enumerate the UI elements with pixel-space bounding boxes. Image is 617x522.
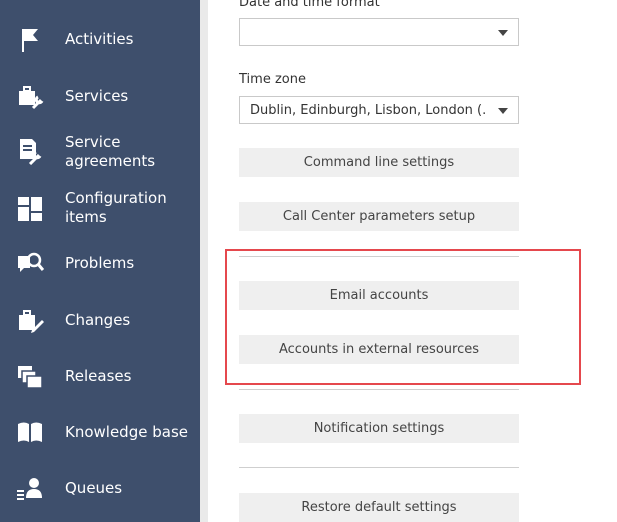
- chevron-down-icon: [498, 30, 508, 36]
- sidebar-item-knowledge-base[interactable]: Knowledge base: [0, 418, 200, 446]
- sidebar-item-label: Services: [65, 87, 129, 105]
- sidebar-item-label-second-line: items: [65, 208, 107, 226]
- sidebar-item-changes[interactable]: Changes: [0, 306, 200, 334]
- sidebar-item-problems[interactable]: Problems: [0, 250, 200, 278]
- call-center-setup-button[interactable]: Call Center parameters setup: [239, 202, 519, 231]
- book-icon: [18, 422, 42, 442]
- service-agreements-icon: [20, 139, 42, 165]
- sidebar: Activities Services Service agreements C…: [0, 0, 200, 522]
- sidebar-item-queues[interactable]: Queues: [0, 474, 200, 502]
- sidebar-item-label: Configuration: [65, 189, 167, 207]
- problems-icon: [18, 252, 44, 272]
- sidebar-item-activities[interactable]: Activities: [0, 26, 200, 54]
- time-zone-label: Time zone: [239, 72, 306, 87]
- flag-icon: [22, 29, 38, 52]
- time-zone-select[interactable]: Dublin, Edinburgh, Lisbon, London (...: [239, 96, 519, 124]
- sidebar-item-services[interactable]: Services: [0, 82, 200, 110]
- sidebar-item-label: Problems: [65, 254, 135, 272]
- sidebar-item-label: Knowledge base: [65, 423, 188, 441]
- date-time-format-select[interactable]: [239, 18, 519, 46]
- sidebar-item-service-agreements[interactable]: Service agreements: [0, 133, 200, 173]
- restore-default-settings-button[interactable]: Restore default settings: [239, 493, 519, 522]
- notification-settings-button[interactable]: Notification settings: [239, 414, 519, 443]
- releases-icon: [18, 366, 43, 389]
- sidebar-item-label: Queues: [65, 479, 123, 497]
- sidebar-item-label: Service: [65, 133, 121, 151]
- sidebar-item-label: Changes: [65, 311, 131, 329]
- sidebar-divider: [200, 0, 208, 522]
- date-time-format-label: Date and time format: [239, 0, 380, 10]
- chevron-down-icon: [498, 108, 508, 114]
- command-line-settings-button[interactable]: Command line settings: [239, 148, 519, 177]
- highlight-box: [225, 249, 581, 385]
- sidebar-item-label: Activities: [65, 30, 134, 48]
- services-icon: [19, 86, 44, 110]
- sidebar-item-releases[interactable]: Releases: [0, 362, 200, 390]
- sidebar-item-label-second-line: agreements: [65, 152, 156, 170]
- queues-icon: [17, 478, 42, 500]
- sidebar-item-configuration-items[interactable]: Configuration items: [0, 189, 200, 229]
- sidebar-item-label: Releases: [65, 367, 132, 385]
- section-divider: [239, 467, 519, 468]
- section-divider: [239, 389, 519, 390]
- time-zone-value: Dublin, Edinburgh, Lisbon, London (...: [250, 103, 486, 118]
- configuration-items-icon: [18, 197, 42, 221]
- changes-icon: [19, 310, 44, 333]
